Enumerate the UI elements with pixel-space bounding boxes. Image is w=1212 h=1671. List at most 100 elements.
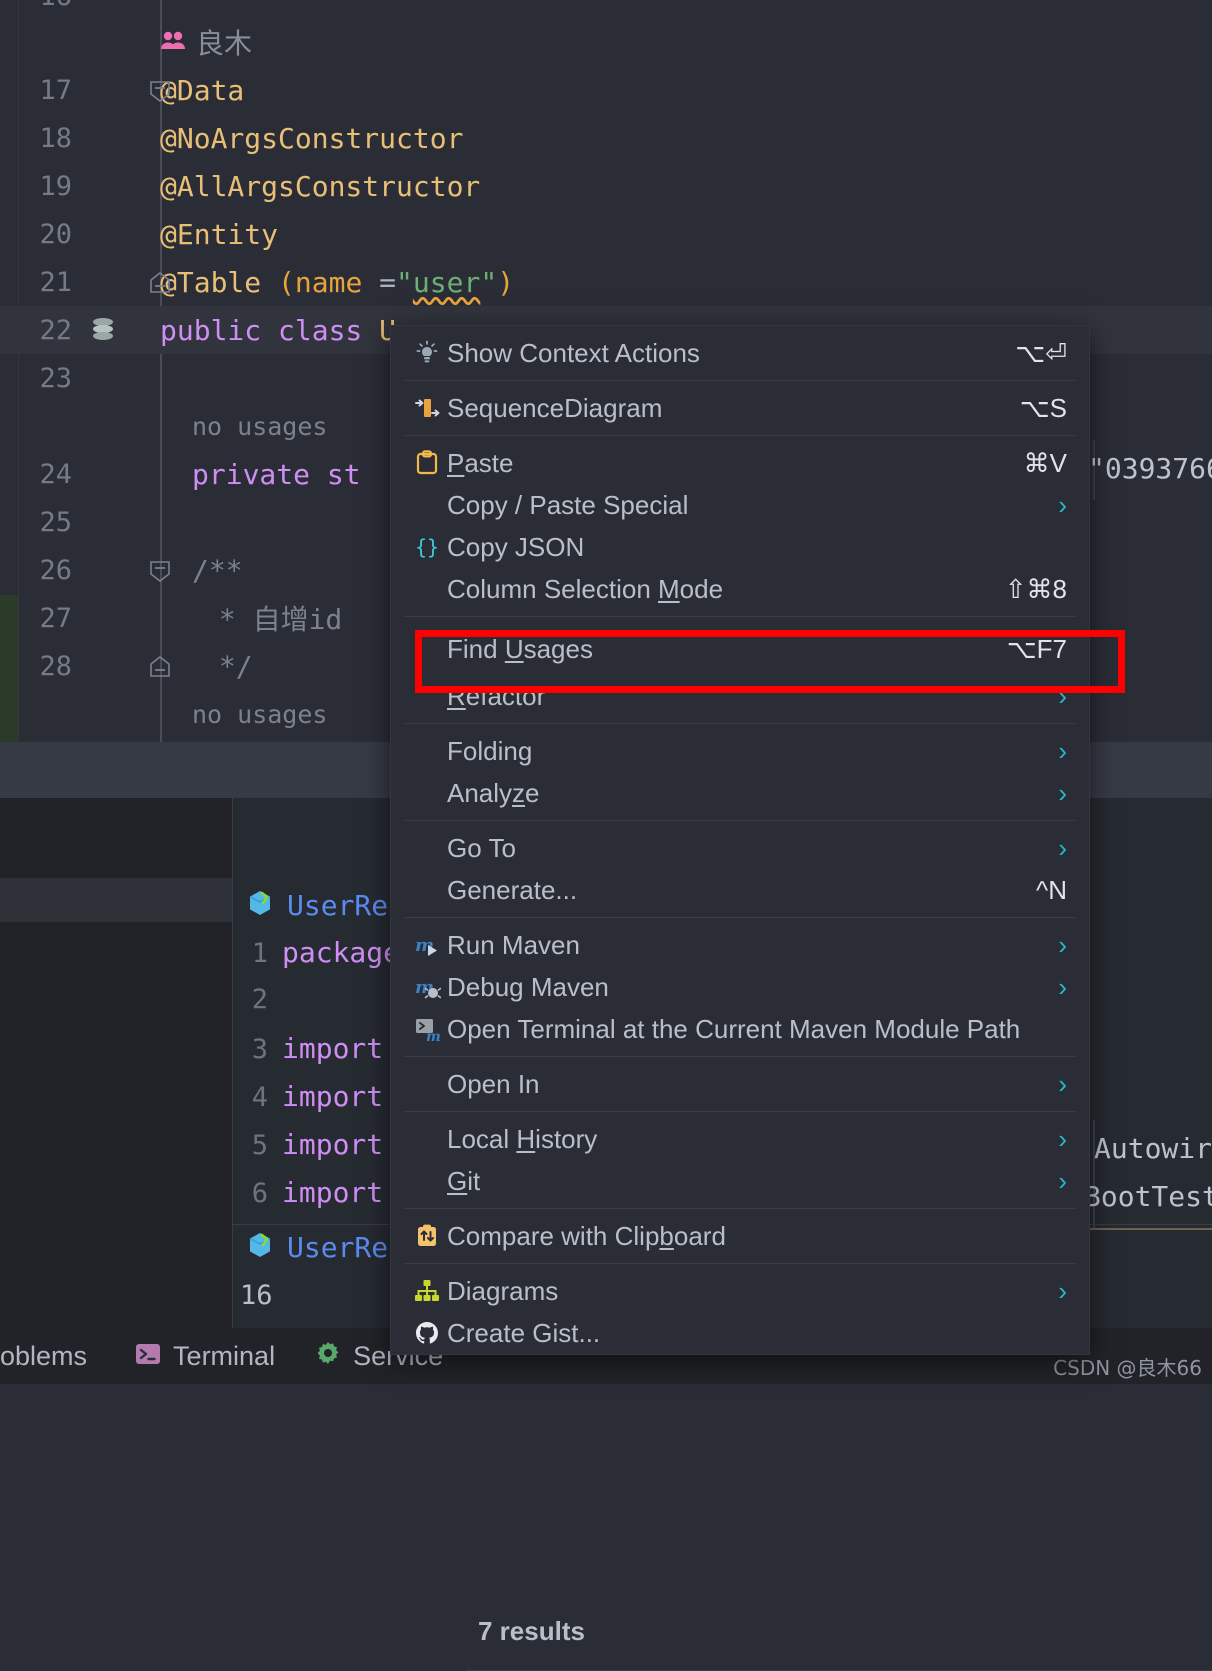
chevron-right-icon: › bbox=[1058, 1278, 1067, 1304]
menu-item-label: Local History bbox=[447, 1124, 1040, 1155]
menu-separator bbox=[405, 616, 1075, 617]
menu-item-open-terminal-maven-module-path[interactable]: m Open Terminal at the Current Maven Mod… bbox=[391, 1008, 1089, 1050]
result-line-number: 16 bbox=[240, 1280, 268, 1311]
status-item-terminal[interactable]: Terminal bbox=[135, 1341, 275, 1372]
menu-item-label: Open Terminal at the Current Maven Modul… bbox=[447, 1014, 1067, 1045]
right-peek-row: "0393766 bbox=[1080, 452, 1212, 485]
editor-line[interactable]: 21 @Table (name ="user") bbox=[0, 258, 1212, 306]
menu-item-compare-with-clipboard[interactable]: Compare with Clipboard bbox=[391, 1215, 1089, 1257]
status-item-problems[interactable]: oblems bbox=[0, 1341, 87, 1372]
menu-item-shortcut: ^N bbox=[1036, 875, 1067, 906]
editor-line[interactable]: 18 @NoArgsConstructor bbox=[0, 114, 1212, 162]
menu-item-show-context-actions[interactable]: Show Context Actions ⌥⏎ bbox=[391, 332, 1089, 374]
database-icon[interactable] bbox=[80, 316, 126, 344]
code-text: @Entity bbox=[160, 218, 278, 251]
menu-item-find-usages[interactable]: Find Usages ⌥F7 bbox=[391, 623, 1089, 675]
line-number: 18 bbox=[0, 123, 80, 154]
menu-item-label: Find Usages bbox=[447, 634, 989, 665]
author-annotation-row: 良木 bbox=[0, 18, 1212, 66]
result-line-number: 1 bbox=[240, 938, 268, 969]
find-tree-selected-row[interactable] bbox=[0, 878, 232, 922]
diagrams-icon bbox=[407, 1277, 447, 1305]
menu-item-shortcut: ⇧⌘8 bbox=[1005, 574, 1067, 605]
menu-item-label: Copy JSON bbox=[447, 532, 1067, 563]
menu-item-debug-maven[interactable]: m Debug Maven › bbox=[391, 966, 1089, 1008]
result-line[interactable]: 16 bbox=[240, 1280, 282, 1311]
menu-item-create-gist[interactable]: Create Gist... bbox=[391, 1312, 1089, 1354]
code-text: /** bbox=[192, 554, 243, 587]
menu-item-label: Run Maven bbox=[447, 930, 1040, 961]
line-number: 28 bbox=[0, 651, 80, 682]
fold-collapse-icon[interactable] bbox=[149, 80, 171, 102]
code-text: @Table (name ="user") bbox=[160, 266, 514, 299]
line-number: 21 bbox=[0, 267, 80, 298]
menu-item-shortcut: ⌘V bbox=[1024, 448, 1067, 479]
result-line-number: 3 bbox=[240, 1034, 268, 1065]
maven-debug-icon: m bbox=[407, 973, 447, 1001]
menu-item-label: Create Gist... bbox=[447, 1318, 1067, 1349]
menu-item-label: SequenceDiagram bbox=[447, 393, 1002, 424]
menu-item-copy-paste-special[interactable]: Copy / Paste Special › bbox=[391, 484, 1089, 526]
menu-item-label: Diagrams bbox=[447, 1276, 1040, 1307]
menu-item-run-maven[interactable]: m Run Maven › bbox=[391, 924, 1089, 966]
menu-item-generate[interactable]: Generate... ^N bbox=[391, 869, 1089, 911]
ide-window: 16 良木 17 @Data 18 @NoArgsConstructor bbox=[0, 0, 1212, 1384]
menu-item-label: Open In bbox=[447, 1069, 1040, 1100]
menu-item-label: Paste bbox=[447, 448, 1006, 479]
menu-item-go-to[interactable]: Go To › bbox=[391, 827, 1089, 869]
menu-item-label-rest: aste bbox=[464, 448, 513, 478]
fold-collapse-icon[interactable] bbox=[149, 560, 171, 582]
copy-json-icon: {} bbox=[407, 533, 447, 561]
editor-line[interactable]: 17 @Data bbox=[0, 66, 1212, 114]
author-name: 良木 bbox=[196, 22, 252, 62]
line-number: 25 bbox=[0, 507, 80, 538]
fold-collapse-icon[interactable] bbox=[149, 272, 171, 294]
menu-item-label: Go To bbox=[447, 833, 1040, 864]
menu-separator bbox=[405, 435, 1075, 436]
clipboard-icon bbox=[407, 449, 447, 477]
menu-item-git[interactable]: Git › bbox=[391, 1160, 1089, 1202]
menu-item-analyze[interactable]: Analyze › bbox=[391, 772, 1089, 814]
menu-item-refactor[interactable]: Refactor › bbox=[391, 675, 1089, 717]
status-item-label: Terminal bbox=[173, 1341, 275, 1372]
result-file-header[interactable]: UserRep bbox=[245, 1230, 405, 1265]
fold-collapse-icon[interactable] bbox=[149, 656, 171, 678]
menu-item-sequencediagram[interactable]: SequenceDiagram ⌥S bbox=[391, 387, 1089, 429]
chevron-right-icon: › bbox=[1058, 835, 1067, 861]
menu-item-label: Git bbox=[447, 1166, 1040, 1197]
code-text: @AllArgsConstructor bbox=[160, 170, 480, 203]
editor-context-menu[interactable]: Show Context Actions ⌥⏎ SequenceDiagram … bbox=[390, 325, 1090, 1355]
editor-line[interactable]: 19 @AllArgsConstructor bbox=[0, 162, 1212, 210]
chevron-right-icon: › bbox=[1058, 1071, 1067, 1097]
menu-item-paste[interactable]: Paste ⌘V bbox=[391, 442, 1089, 484]
maven-run-icon: m bbox=[407, 931, 447, 959]
chevron-right-icon: › bbox=[1058, 683, 1067, 709]
menu-item-label: Copy / Paste Special bbox=[447, 490, 1040, 521]
code-text: @NoArgsConstructor bbox=[160, 122, 463, 155]
code-text: */ bbox=[202, 650, 253, 683]
compare-clipboard-icon bbox=[407, 1222, 447, 1250]
menu-item-copy-json[interactable]: {} Copy JSON bbox=[391, 526, 1089, 568]
java-class-icon bbox=[245, 1230, 275, 1265]
usages-hint[interactable]: no usages bbox=[192, 412, 327, 441]
result-file-name: UserRep bbox=[287, 889, 405, 922]
svg-text:{}: {} bbox=[415, 535, 439, 559]
result-file-name: UserRep bbox=[287, 1231, 405, 1264]
editor-line[interactable]: 16 bbox=[0, 0, 1212, 20]
editor-line[interactable]: 20 @Entity bbox=[0, 210, 1212, 258]
menu-item-local-history[interactable]: Local History › bbox=[391, 1118, 1089, 1160]
menu-item-diagrams[interactable]: Diagrams › bbox=[391, 1270, 1089, 1312]
svg-text:m: m bbox=[426, 1029, 441, 1043]
java-class-icon bbox=[245, 888, 275, 923]
github-icon bbox=[407, 1319, 447, 1347]
result-file-header[interactable]: UserRep bbox=[245, 888, 405, 923]
menu-item-open-in[interactable]: Open In › bbox=[391, 1063, 1089, 1105]
menu-item-column-selection-mode[interactable]: Column Selection Mode ⇧⌘8 bbox=[391, 568, 1089, 610]
menu-item-folding[interactable]: Folding › bbox=[391, 730, 1089, 772]
right-peek-row: Autowir bbox=[1080, 1132, 1212, 1165]
result-line[interactable]: 2 bbox=[240, 984, 282, 1015]
usages-hint[interactable]: no usages bbox=[192, 700, 327, 729]
results-count: 7 results bbox=[478, 1616, 585, 1647]
watermark: CSDN @良木66 bbox=[1053, 1352, 1202, 1381]
menu-separator bbox=[405, 820, 1075, 821]
